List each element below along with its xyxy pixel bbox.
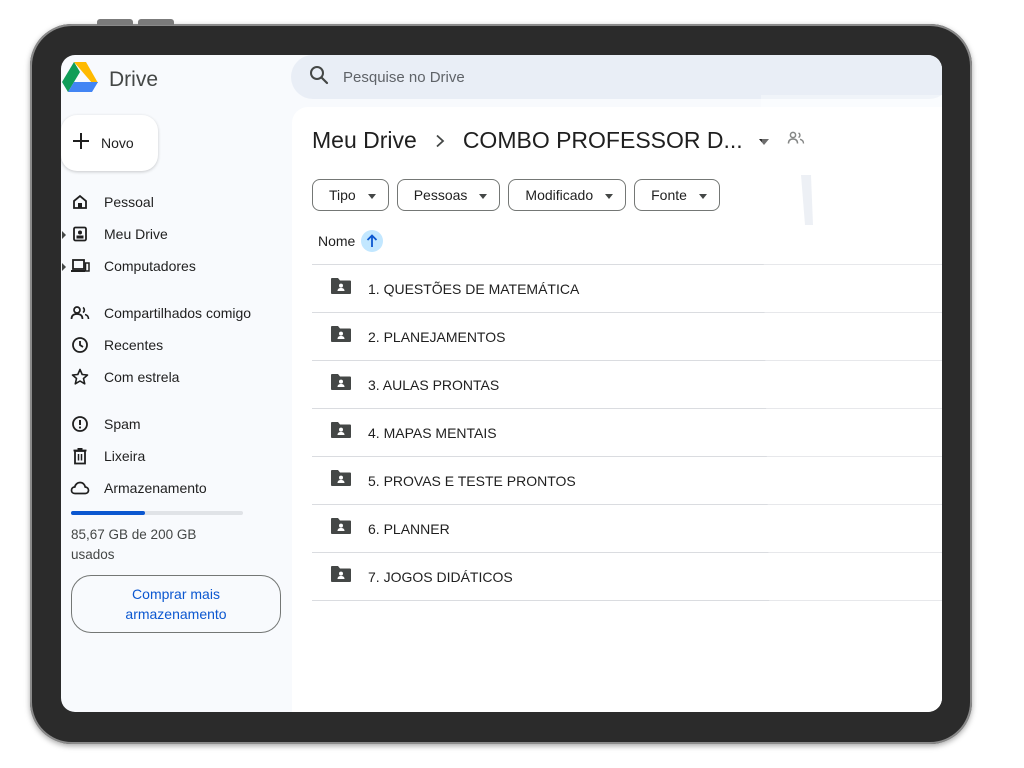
table-row[interactable]: 1. QUESTÕES DE MATEMÁTICA [312, 265, 942, 313]
shared-folder-people-icon[interactable] [787, 131, 805, 150]
sidebar-item-label: Spam [104, 416, 141, 432]
storage-progress-fill [71, 511, 145, 515]
sidebar-item-com-estrela[interactable]: Com estrela [61, 363, 281, 391]
file-name: 1. QUESTÕES DE MATEMÁTICA [368, 280, 580, 297]
spam-icon [69, 413, 91, 435]
caret-down-icon [479, 186, 488, 204]
filter-chip-label: Modificado [525, 187, 594, 203]
file-name: 2. PLANEJAMENTOS [368, 328, 506, 345]
drive-logo[interactable]: Drive [61, 61, 158, 98]
new-button[interactable]: Novo [61, 115, 158, 171]
expand-caret-icon[interactable] [62, 231, 66, 239]
filter-chip-label: Pessoas [413, 187, 468, 203]
sidebar-item-meu-drive[interactable]: Meu Drive [61, 220, 281, 248]
shared-folder-icon [330, 517, 352, 540]
table-row[interactable]: 6. PLANNER [312, 505, 942, 553]
sidebar-item-computadores[interactable]: Computadores [61, 252, 281, 280]
table-row[interactable]: 3. AULAS PRONTAS [312, 361, 942, 409]
plus-icon [71, 131, 91, 156]
chevron-right-icon [435, 128, 445, 154]
shared-folder-icon [330, 469, 352, 492]
shared-folder-icon [330, 325, 352, 348]
sidebar-item-label: Compartilhados comigo [104, 305, 252, 321]
caret-down-icon [367, 186, 376, 204]
file-name: 3. AULAS PRONTAS [368, 376, 500, 393]
shared-folder-icon [330, 277, 352, 300]
expand-caret-icon[interactable] [62, 263, 66, 271]
buy-storage-button[interactable]: Comprar mais armazenamento [71, 575, 281, 633]
filter-chip-label: Tipo [329, 187, 356, 203]
tablet-side-button [138, 19, 174, 25]
table-row[interactable]: 5. PROVAS E TESTE PRONTOS [312, 457, 942, 505]
sidebar-item-spam[interactable]: Spam [61, 410, 281, 438]
table-row[interactable]: 4. MAPAS MENTAIS [312, 409, 942, 457]
app-title: Drive [109, 67, 159, 91]
sidebar-item-recentes[interactable]: Recentes [61, 331, 281, 359]
caret-down-icon [605, 186, 614, 204]
filter-chips: Tipo Pessoas Modificado Fonte [312, 179, 720, 211]
table-row[interactable]: 7. JOGOS DIDÁTICOS [312, 553, 942, 601]
sidebar-item-label: Lixeira [104, 448, 146, 464]
home-icon [69, 191, 91, 213]
cloud-icon [69, 477, 91, 499]
star-icon [69, 366, 91, 388]
breadcrumb-current[interactable]: COMBO PROFESSOR D... [463, 127, 743, 154]
sidebar-item-label: Com estrela [104, 369, 180, 385]
trash-icon [69, 445, 91, 467]
storage-usage-text: 85,67 GB de 200 GB usados [71, 527, 197, 562]
shared-folder-icon [330, 373, 352, 396]
main-content: Meu Drive COMBO PROFESSOR D... Tipo Pess… [292, 107, 942, 712]
computer-icon [69, 255, 91, 277]
sidebar-item-label: Meu Drive [104, 226, 168, 242]
breadcrumb-root[interactable]: Meu Drive [312, 127, 417, 154]
sort-by-name-header[interactable]: Nome [318, 230, 384, 252]
sidebar-item-compartilhados[interactable]: Compartilhados comigo [61, 299, 281, 327]
filter-chip-label: Fonte [651, 187, 687, 203]
sort-ascending-button[interactable] [361, 230, 384, 252]
buy-storage-label: Comprar mais armazenamento [125, 586, 227, 622]
file-list: 1. QUESTÕES DE MATEMÁTICA 2. PLANEJAMENT… [312, 264, 942, 601]
sidebar-item-lixeira[interactable]: Lixeira [61, 442, 281, 470]
my-drive-icon [69, 223, 91, 245]
clock-icon [69, 334, 91, 356]
shared-people-icon [69, 302, 91, 324]
breadcrumb: Meu Drive COMBO PROFESSOR D... [312, 127, 805, 154]
sidebar-item-label: Recentes [104, 337, 164, 353]
search-icon[interactable] [309, 65, 329, 90]
arrow-up-icon [367, 234, 378, 247]
storage-progress-bar [71, 511, 243, 515]
search-input[interactable]: Pesquise no Drive [291, 55, 942, 99]
column-header-name: Nome [318, 233, 356, 249]
file-name: 6. PLANNER [368, 520, 450, 537]
screen: Drive Pesquise no Drive Novo Pessoal Meu… [61, 55, 942, 712]
caret-down-icon[interactable] [758, 132, 769, 150]
tablet-side-button [97, 19, 133, 25]
file-name: 7. JOGOS DIDÁTICOS [368, 568, 513, 585]
filter-chip-tipo[interactable]: Tipo [312, 179, 389, 211]
drive-logo-icon [61, 61, 99, 98]
sidebar-item-label: Armazenamento [104, 480, 207, 496]
filter-chip-modificado[interactable]: Modificado [508, 179, 627, 211]
table-row[interactable]: 2. PLANEJAMENTOS [312, 313, 942, 361]
sidebar-item-label: Pessoal [104, 194, 154, 210]
sidebar-item-armazenamento[interactable]: Armazenamento [61, 474, 281, 502]
filter-chip-pessoas[interactable]: Pessoas [396, 179, 501, 211]
file-name: 5. PROVAS E TESTE PRONTOS [368, 472, 576, 489]
caret-down-icon [698, 186, 707, 204]
file-name: 4. MAPAS MENTAIS [368, 424, 497, 441]
filter-chip-fonte[interactable]: Fonte [634, 179, 720, 211]
new-button-label: Novo [101, 135, 134, 151]
shared-folder-icon [330, 565, 352, 588]
search-placeholder: Pesquise no Drive [343, 68, 465, 86]
sidebar-item-pessoal[interactable]: Pessoal [61, 188, 281, 216]
sidebar-item-label: Computadores [104, 258, 196, 274]
shared-folder-icon [330, 421, 352, 444]
